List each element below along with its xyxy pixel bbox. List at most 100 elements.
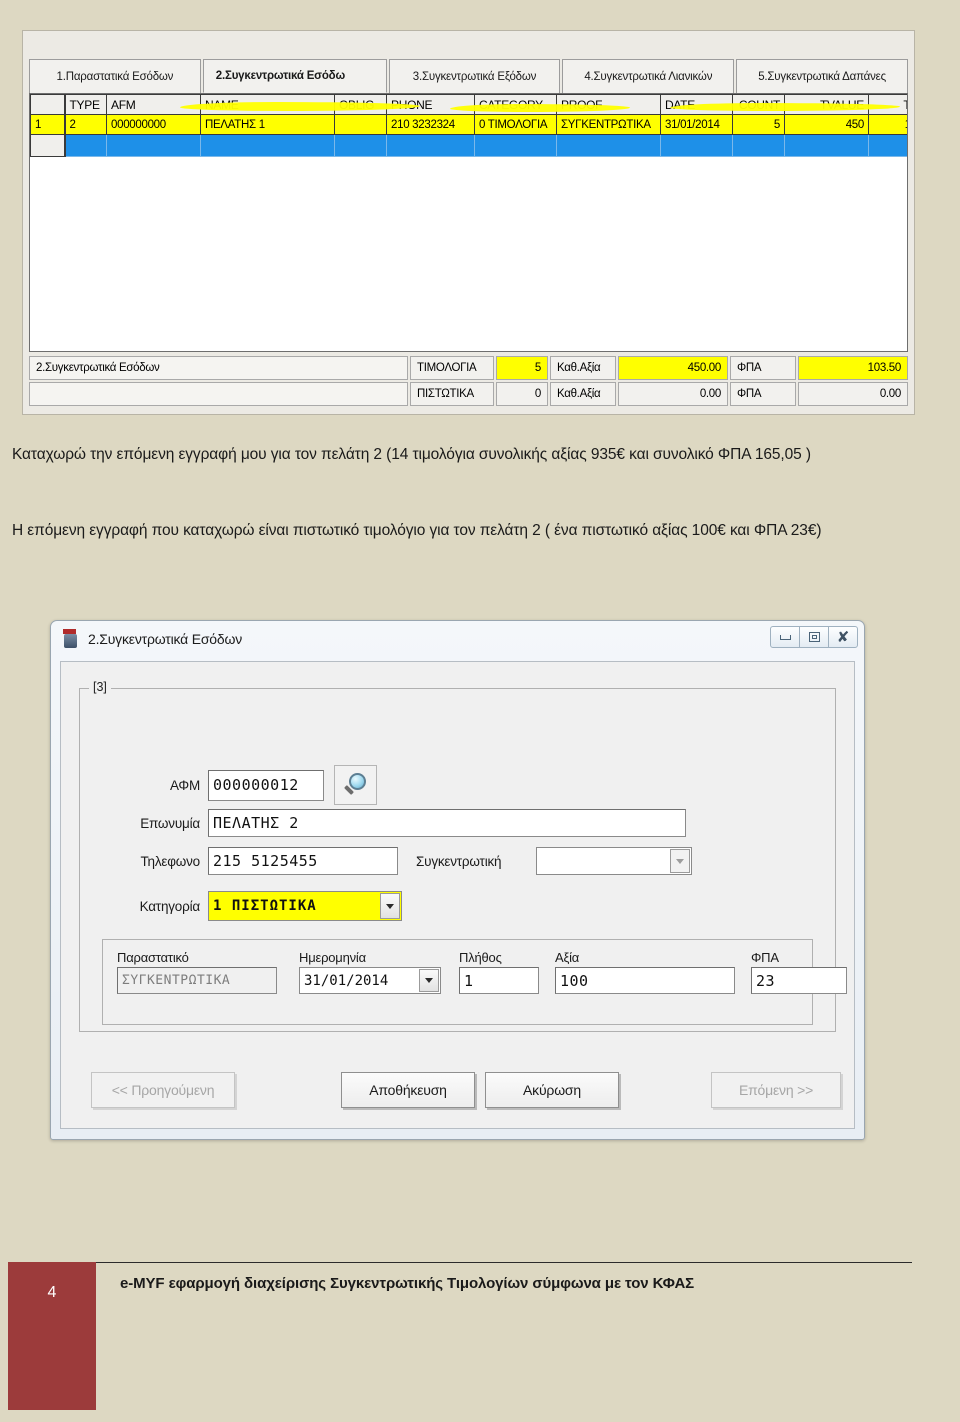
summary-title-empty	[29, 382, 408, 406]
summary-panel: 2.Συγκεντρωτικά Εσόδων ΤΙΜΟΛΟΓΙΑ 5 Καθ.Α…	[29, 356, 908, 408]
document-type-input: ΣΥΓΚΕΝΤΡΩΤΙΚΑ	[117, 967, 277, 994]
tab-sygkentrotika-lianikon[interactable]: 4.Συγκεντρωτικά Λιανικών	[562, 59, 735, 93]
cell-ttax[interactable]	[868, 134, 907, 157]
cell-category[interactable]: 0 ΤΙΜΟΛΟΓΙΑ	[474, 114, 557, 135]
col-category[interactable]: CATEGORY	[474, 94, 557, 115]
tab-sygkentrotika-dapanes[interactable]: 5.Συγκεντρωτικά Δαπάνες	[736, 59, 908, 93]
aggregate-label: Συγκεντρωτική	[416, 853, 502, 869]
tab-sygkentrotika-esodon[interactable]: 2.Συγκεντρωτικά Εσόδω	[202, 59, 387, 93]
col-count[interactable]: COUNT	[732, 94, 785, 115]
cell-count[interactable]	[732, 134, 785, 157]
category-dropdown[interactable]: 1 ΠΙΣΤΩΤΙΚΑ	[208, 891, 402, 921]
summary-count: 0	[496, 382, 548, 406]
count-field-wrap: Πλήθος 1	[459, 950, 539, 994]
name-row: Επωνυμία ΠΕΛΑΤΗΣ 2	[102, 809, 686, 837]
summary-type-label: ΠΙΣΤΩΤΙΚΑ	[410, 382, 494, 406]
cell-tvalue[interactable]: 450	[784, 114, 869, 135]
cell-oblig[interactable]	[334, 134, 387, 157]
summary-title: 2.Συγκεντρωτικά Εσόδων	[29, 356, 408, 380]
value-input[interactable]: 100	[555, 967, 735, 994]
cell-date[interactable]	[660, 134, 733, 157]
chevron-down-icon[interactable]	[419, 969, 439, 992]
date-value: 31/01/2014	[304, 972, 389, 989]
col-oblig[interactable]: OBLIG	[334, 94, 387, 115]
summary-net-value: 0.00	[618, 382, 728, 406]
page-number-badge: 4	[8, 1262, 96, 1410]
tab-label: 4.Συγκεντρωτικά Λιανικών	[584, 70, 713, 83]
cell-name[interactable]	[200, 134, 335, 157]
cell-count[interactable]: 5	[732, 114, 785, 135]
category-value: 1 ΠΙΣΤΩΤΙΚΑ	[213, 898, 317, 914]
record-groupbox: [3] ΑΦΜ 000000012 Επωνυμία ΠΕΛΑΤΗΣ 2 Τηλ…	[79, 680, 847, 1032]
next-button[interactable]: Επόμενη >>	[711, 1072, 841, 1108]
cell-category[interactable]	[474, 134, 557, 157]
save-button[interactable]: Αποθήκευση	[341, 1072, 475, 1108]
records-datagrid[interactable]: TYPE AFM NAME OBLIG PHONE CATEGORY PROOF…	[29, 93, 908, 352]
cell-type[interactable]	[64, 134, 107, 157]
table-row[interactable]: 1 2 000000000 ΠΕΛΑΤΗΣ 1 210 3232324 0 ΤΙ…	[30, 114, 907, 135]
maximize-button[interactable]	[799, 626, 829, 648]
document-type-field-wrap: Παραστατικό ΣΥΓΚΕΝΤΡΩΤΙΚΑ	[117, 950, 277, 994]
summary-row-credits: ΠΙΣΤΩΤΙΚΑ 0 Καθ.Αξία 0.00 ΦΠΑ 0.00	[29, 382, 908, 406]
close-button[interactable]: ✘	[828, 626, 858, 648]
footer-text: e-MYF εφαρμογή διαχείρισης Συγκεντρωτική…	[120, 1275, 695, 1292]
count-label: Πλήθος	[459, 950, 502, 965]
cell-oblig[interactable]	[334, 114, 387, 135]
cell-proof[interactable]: ΣΥΓΚΕΝΤΡΩΤΙΚΑ	[556, 114, 661, 135]
category-label: Κατηγορία	[139, 898, 201, 914]
summary-net-label: Καθ.Αξία	[550, 382, 616, 406]
cell-afm[interactable]	[106, 134, 201, 157]
cell-proof[interactable]	[556, 134, 661, 157]
dialog-titlebar[interactable]: 2.Συγκεντρωτικά Εσόδων ✘	[51, 621, 864, 657]
cell-ttax[interactable]: 103.5	[868, 114, 907, 135]
col-tvalue[interactable]: TVALUE	[784, 94, 869, 115]
paragraph-1: Καταχωρώ την επόμενη εγγραφή μου για τον…	[12, 446, 811, 463]
col-phone[interactable]: PHONE	[386, 94, 475, 115]
summary-vat-value: 103.50	[798, 356, 908, 380]
date-field-wrap: Ημερομηνία 31/01/2014	[299, 950, 441, 994]
tab-label: 1.Παραστατικά Εσόδων	[56, 70, 174, 83]
chevron-down-icon[interactable]	[670, 849, 690, 873]
afm-search-button[interactable]	[334, 765, 377, 805]
cell-type[interactable]: 2	[64, 114, 107, 135]
groupbox-label: [3]	[89, 680, 111, 694]
category-row: Κατηγορία 1 ΠΙΣΤΩΤΙΚΑ	[90, 891, 402, 921]
col-date[interactable]: DATE	[660, 94, 733, 115]
cell-tvalue[interactable]	[784, 134, 869, 157]
summary-net-value: 450.00	[618, 356, 728, 380]
cell-date[interactable]: 31/01/2014	[660, 114, 733, 135]
phone-input[interactable]: 215 5125455	[208, 847, 398, 875]
grid-window-screenshot: 1.Παραστατικά Εσόδων 2.Συγκεντρωτικά Εσό…	[22, 30, 915, 415]
tab-label: 5.Συγκεντρωτικά Δαπάνες	[758, 70, 886, 83]
cell-name[interactable]: ΠΕΛΑΤΗΣ 1	[200, 114, 335, 135]
value-field-wrap: Αξία 100	[555, 950, 735, 994]
tab-label: 2.Συγκεντρωτικά Εσόδω	[215, 70, 345, 82]
cell-afm[interactable]: 000000000	[106, 114, 201, 135]
name-label: Επωνυμία	[140, 815, 200, 831]
value-label: Αξία	[555, 950, 580, 965]
tab-parastatika-esodon[interactable]: 1.Παραστατικά Εσόδων	[29, 59, 201, 93]
chevron-down-icon[interactable]	[380, 893, 400, 919]
date-picker[interactable]: 31/01/2014	[299, 967, 441, 994]
tab-sygkentrotika-exodon[interactable]: 3.Συγκεντρωτικά Εξόδων	[388, 59, 561, 93]
col-name[interactable]: NAME	[200, 94, 335, 115]
cell-phone[interactable]: 210 3232324	[386, 114, 475, 135]
cell-phone[interactable]	[386, 134, 475, 157]
tabstrip: 1.Παραστατικά Εσόδων 2.Συγκεντρωτικά Εσό…	[29, 59, 908, 93]
previous-button[interactable]: << Προηγούμενη	[91, 1072, 235, 1108]
vat-input[interactable]: 23	[751, 967, 847, 994]
table-row-selected[interactable]	[30, 134, 907, 157]
name-input[interactable]: ΠΕΛΑΤΗΣ 2	[208, 809, 686, 837]
vat-field-wrap: ΦΠΑ 23	[751, 950, 847, 994]
summary-row-invoices: 2.Συγκεντρωτικά Εσόδων ΤΙΜΟΛΟΓΙΑ 5 Καθ.Α…	[29, 356, 908, 380]
count-input[interactable]: 1	[459, 967, 539, 994]
col-afm[interactable]: AFM	[106, 94, 201, 115]
document-type-label: Παραστατικό	[117, 950, 189, 965]
col-type[interactable]: TYPE	[64, 94, 107, 115]
aggregate-dropdown[interactable]	[536, 847, 692, 875]
cancel-button[interactable]: Ακύρωση	[485, 1072, 619, 1108]
afm-input[interactable]: 000000012	[208, 769, 324, 801]
minimize-button[interactable]	[770, 626, 800, 648]
col-proof[interactable]: PROOF	[556, 94, 661, 115]
col-ttax[interactable]: TTAX	[868, 94, 907, 115]
